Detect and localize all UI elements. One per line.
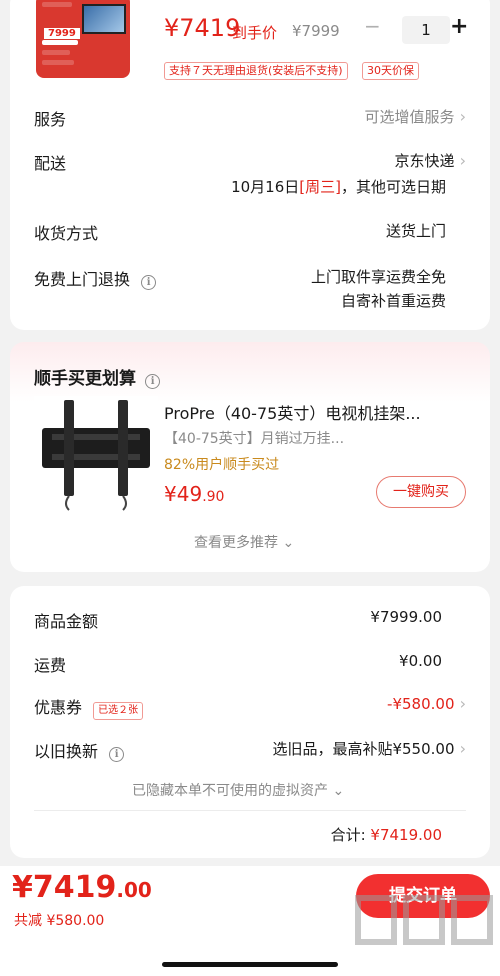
hidden-assets-toggle[interactable]: 已隐藏本单不可使用的虚拟资产 ⌄ bbox=[132, 780, 344, 800]
delivery-date: 10月16日 bbox=[231, 178, 300, 196]
order-info-card: 7999 ¥7419 到手价 ¥7999 − 1 + 支持７天无理由退货(安装后… bbox=[10, 0, 490, 330]
chevron-right-icon: › bbox=[459, 107, 466, 126]
total-row: 合计: ¥7419.00 bbox=[331, 824, 442, 845]
delivery-weekday: [周三] bbox=[299, 178, 341, 196]
product-original-price: ¥7999 bbox=[292, 22, 340, 40]
price-summary-card: 商品金额 ¥7999.00 运费 ¥0.00 优惠券 已选２张 -¥580.00… bbox=[10, 586, 490, 858]
recommend-price-dec: .90 bbox=[202, 489, 225, 505]
hidden-assets-note: 已隐藏本单不可使用的虚拟资产 bbox=[132, 783, 328, 799]
tv-image bbox=[82, 4, 126, 34]
see-more-label: 查看更多推荐 bbox=[194, 535, 278, 551]
bottom-price: ¥7419.00 bbox=[12, 870, 152, 905]
free-return-label: 免费上门退换 bbox=[34, 270, 131, 289]
recommend-price-int: ¥49 bbox=[164, 482, 203, 506]
chevron-down-icon: ⌄ bbox=[332, 783, 345, 799]
service-label: 服务 bbox=[34, 110, 67, 129]
info-icon[interactable]: i bbox=[141, 275, 157, 290]
home-indicator bbox=[162, 962, 338, 967]
product-thumbnail[interactable]: 7999 bbox=[36, 0, 130, 78]
shipping-value: ¥0.00 bbox=[399, 652, 442, 670]
total-value: ¥7419.00 bbox=[370, 826, 442, 844]
coupon-selector[interactable]: -¥580.00 › bbox=[387, 694, 466, 713]
submit-order-button[interactable]: 提交订单 bbox=[356, 874, 490, 918]
recommend-item-subtitle: 【40-75英寸】月销过万挂... bbox=[164, 431, 345, 447]
coupon-row-left: 优惠券 已选２张 bbox=[34, 694, 144, 720]
product-price-suffix: 到手价 bbox=[232, 24, 278, 42]
free-return-value-1: 上门取件享运费全免 bbox=[310, 268, 446, 286]
trade-in-value: 选旧品，最高补贴¥550.00 bbox=[272, 740, 455, 758]
bottom-price-int: ¥7419 bbox=[12, 870, 117, 905]
recommend-item-rate: 82%用户顺手买过 bbox=[164, 457, 280, 473]
trade-in-row-left: 以旧换新 i bbox=[34, 738, 125, 762]
goods-amount-label: 商品金额 bbox=[34, 612, 99, 631]
recommend-title: 顺手买更划算 bbox=[34, 369, 136, 389]
delivery-label: 配送 bbox=[34, 154, 67, 173]
receive-method-label: 收货方式 bbox=[34, 224, 99, 243]
goods-amount-value: ¥7999.00 bbox=[370, 608, 442, 626]
bottom-price-dec: .00 bbox=[116, 878, 152, 902]
chevron-right-icon: › bbox=[459, 694, 466, 713]
coupon-value: -¥580.00 bbox=[387, 695, 455, 713]
info-icon[interactable]: i bbox=[109, 747, 125, 762]
see-more-recommend-link[interactable]: 查看更多推荐 ⌄ bbox=[194, 532, 294, 552]
total-label: 合计: bbox=[330, 826, 366, 844]
quantity-input[interactable]: 1 bbox=[402, 16, 450, 44]
chevron-down-icon: ⌄ bbox=[282, 535, 295, 551]
recommend-card: 顺手买更划算 i ProPre（40-75英寸）电视机挂架... 【40-75英… bbox=[10, 342, 490, 572]
delivery-date-line[interactable]: 10月16日[周三]，其他可选日期 bbox=[231, 176, 446, 197]
tv-mount-image[interactable] bbox=[34, 396, 158, 514]
recommend-item-price: ¥49.90 bbox=[164, 482, 224, 506]
price-protection-tag: 30天价保 bbox=[362, 62, 419, 80]
recommend-header: 顺手买更划算 i bbox=[34, 364, 161, 389]
service-value: 可选增值服务 bbox=[364, 108, 455, 126]
delivery-carrier: 京东快递 bbox=[394, 152, 455, 170]
trade-in-label: 以旧换新 bbox=[34, 742, 99, 761]
trade-in-selector[interactable]: 选旧品，最高补贴¥550.00 › bbox=[272, 738, 466, 759]
product-price: ¥7419 bbox=[164, 14, 241, 42]
bottom-saved: 共减 ¥580.00 bbox=[14, 913, 105, 929]
return-policy-tag: 支持７天无理由退货(安装后不支持) bbox=[164, 62, 348, 80]
delivery-more-dates: ，其他可选日期 bbox=[340, 178, 446, 196]
chevron-right-icon: › bbox=[459, 739, 466, 758]
free-return-value-2: 自寄补首重运费 bbox=[340, 292, 446, 310]
one-click-buy-button[interactable]: 一键购买 bbox=[376, 476, 466, 508]
thumbnail-price-badge: 7999 bbox=[44, 28, 80, 39]
checkout-bar: ¥7419.00 共减 ¥580.00 提交订单 bbox=[0, 866, 500, 976]
shipping-label: 运费 bbox=[34, 656, 67, 675]
chevron-right-icon: › bbox=[459, 151, 466, 170]
coupon-selected-tag: 已选２张 bbox=[93, 702, 144, 720]
service-selector[interactable]: 可选增值服务 › bbox=[364, 106, 466, 127]
divider bbox=[34, 810, 466, 811]
quantity-minus-button[interactable]: − bbox=[364, 14, 381, 38]
coupon-label: 优惠券 bbox=[34, 698, 83, 717]
delivery-selector[interactable]: 京东快递 › bbox=[394, 150, 466, 171]
quantity-plus-button[interactable]: + bbox=[450, 14, 468, 39]
receive-method-value: 送货上门 bbox=[385, 222, 446, 240]
free-return-row: 免费上门退换 i bbox=[34, 266, 157, 290]
info-icon[interactable]: i bbox=[145, 374, 161, 389]
recommend-item-title[interactable]: ProPre（40-75英寸）电视机挂架... bbox=[164, 400, 421, 424]
